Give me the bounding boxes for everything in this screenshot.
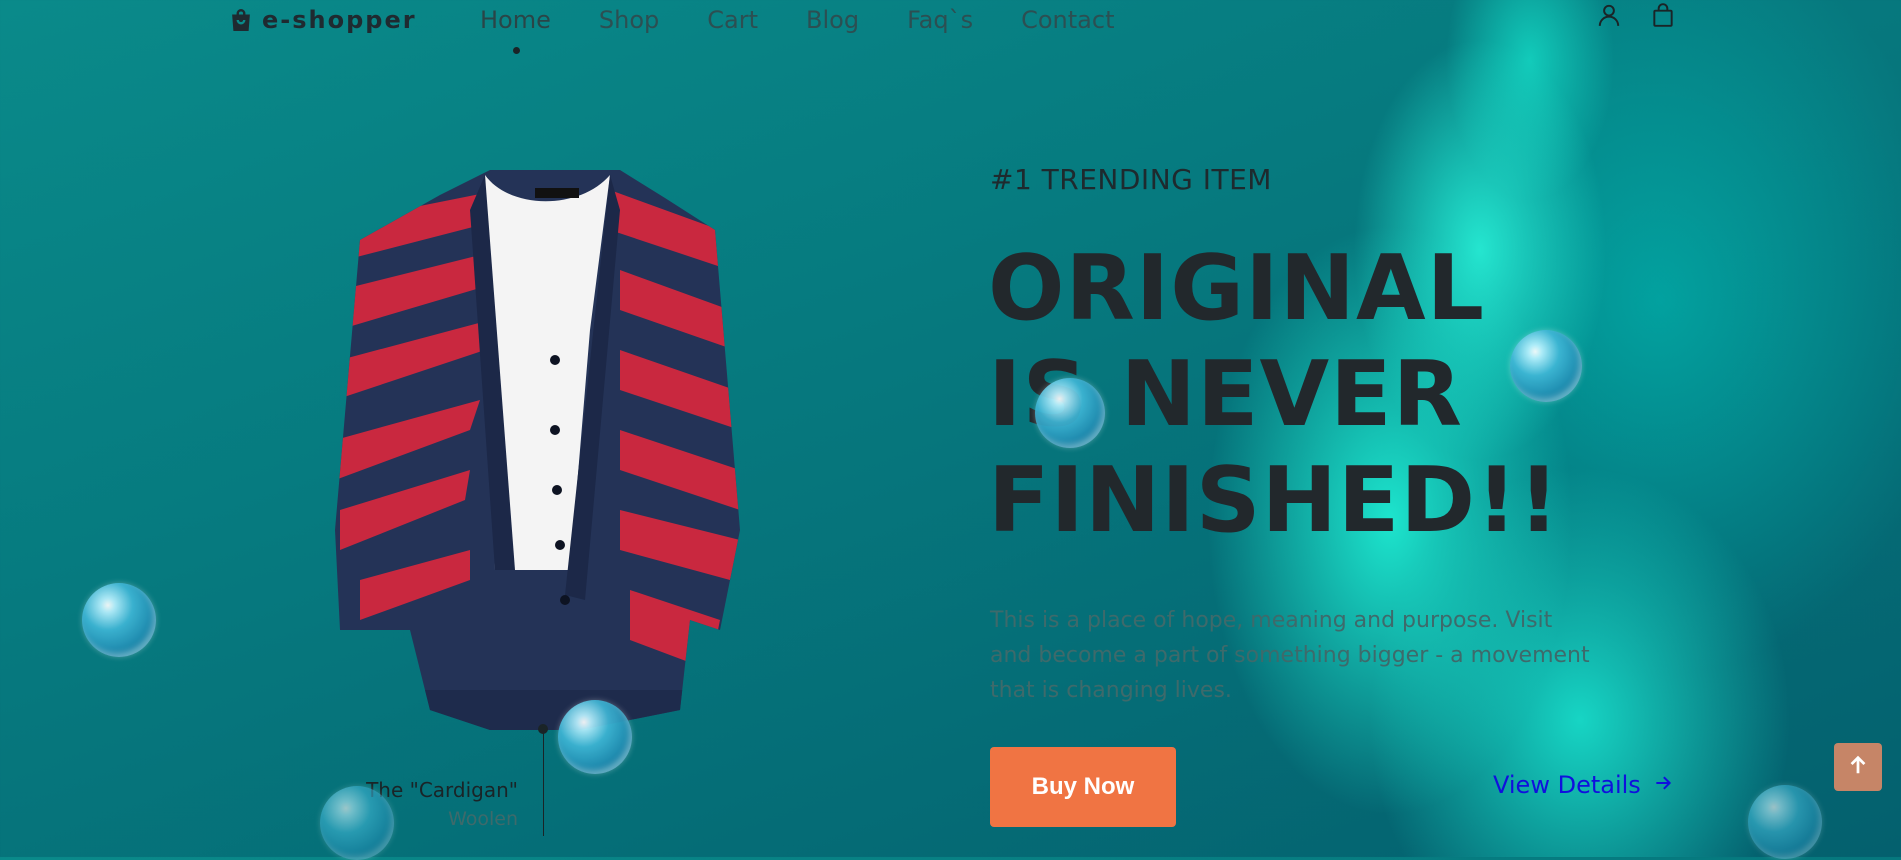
nav-active-indicator xyxy=(513,47,520,54)
headline-line-3: FINISHED!! xyxy=(988,448,1561,553)
nav-faqs[interactable]: Faq`s xyxy=(907,6,973,34)
arrow-right-icon xyxy=(1653,771,1673,799)
bubble-decoration xyxy=(320,786,394,860)
bubble-decoration xyxy=(558,700,632,774)
bubble-decoration xyxy=(82,583,156,657)
nav-links: Home Shop Cart Blog Faq`s Contact xyxy=(480,6,1114,34)
hero-eyebrow: #1 TRENDING ITEM xyxy=(990,163,1272,196)
user-icon[interactable] xyxy=(1596,2,1622,28)
nav-home[interactable]: Home xyxy=(480,6,551,34)
shopping-bag-icon xyxy=(228,7,254,33)
cart-bag-icon[interactable] xyxy=(1650,2,1676,28)
scroll-to-top-button[interactable] xyxy=(1834,743,1882,791)
nav-shop[interactable]: Shop xyxy=(599,6,659,34)
striped-cardigan-image xyxy=(320,150,790,750)
hero-description: This is a place of hope, meaning and pur… xyxy=(990,608,1590,703)
top-navigation: e-shopper Home Shop Cart Blog Faq`s Cont… xyxy=(0,0,1901,54)
view-details-label: View Details xyxy=(1493,771,1641,799)
bubble-decoration xyxy=(1035,378,1105,448)
view-details-link[interactable]: View Details xyxy=(1493,771,1673,799)
buy-now-button[interactable]: Buy Now xyxy=(990,747,1176,827)
brand-logo[interactable]: e-shopper xyxy=(228,6,417,34)
bubble-decoration xyxy=(1510,330,1582,402)
bubble-decoration xyxy=(1748,785,1822,859)
nav-contact[interactable]: Contact xyxy=(1021,6,1114,34)
nav-blog[interactable]: Blog xyxy=(806,6,859,34)
caption-pointer-line xyxy=(543,730,544,836)
arrow-up-icon xyxy=(1847,754,1869,780)
nav-cart[interactable]: Cart xyxy=(707,6,758,34)
nav-icons xyxy=(1596,2,1676,28)
brand-name: e-shopper xyxy=(262,6,417,34)
headline-line-1: ORIGINAL xyxy=(988,236,1485,341)
